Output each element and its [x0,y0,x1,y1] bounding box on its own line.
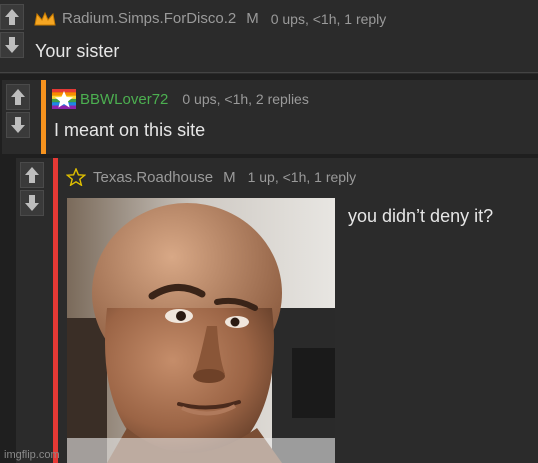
star-outline-icon [66,168,86,186]
username-link[interactable]: Texas.Roadhouse [93,169,213,186]
arrow-down-icon [11,117,25,133]
comment-header: Texas.Roadhouse M 1 up, <1h, 1 reply [66,168,356,186]
comment-meta: 1 up, <1h, 1 reply [247,169,357,185]
upvote-button[interactable] [6,84,30,110]
crown-icon [34,11,56,25]
mod-badge: M [223,168,236,186]
downvote-button[interactable] [0,32,24,58]
thread-level-bar [41,80,46,154]
arrow-up-icon [11,89,25,105]
comment-text: Your sister [35,41,120,61]
comment-header: BBWLover72 0 ups, <1h, 2 replies [52,89,309,109]
comment-2: BBWLover72 0 ups, <1h, 2 replies I meant… [2,80,538,154]
vote-controls [20,162,44,218]
comment-text: you didn’t deny it? [348,206,494,226]
comment-meta: 0 ups, <1h, 2 replies [182,91,309,107]
vote-controls [0,4,24,60]
username-link[interactable]: BBWLover72 [80,91,168,108]
mod-badge: M [246,10,259,27]
username-link[interactable]: Radium.Simps.ForDisco.2 [62,10,236,27]
arrow-up-icon [25,167,39,183]
arrow-down-icon [5,37,19,53]
thread-level-bar [53,158,58,463]
rainbow-flag-star-icon [52,89,76,109]
comment-header: Radium.Simps.ForDisco.2 M 0 ups, <1h, 1 … [34,10,386,27]
downvote-button[interactable] [20,190,44,216]
upvote-button[interactable] [20,162,44,188]
downvote-button[interactable] [6,112,30,138]
divider [0,72,538,73]
arrow-down-icon [25,195,39,211]
watermark: imgflip.com [4,449,60,461]
upvote-button[interactable] [0,4,24,30]
arrow-up-icon [5,9,19,25]
comment-meta: 0 ups, <1h, 1 reply [270,10,387,27]
comment-1: Radium.Simps.ForDisco.2 M 0 ups, <1h, 1 … [0,0,538,74]
comment-text: I meant on this site [54,120,206,140]
vote-controls [6,84,30,140]
comment-3: Texas.Roadhouse M 1 up, <1h, 1 reply you… [16,158,538,463]
rock-eyebrow-meme-image[interactable] [67,198,335,463]
